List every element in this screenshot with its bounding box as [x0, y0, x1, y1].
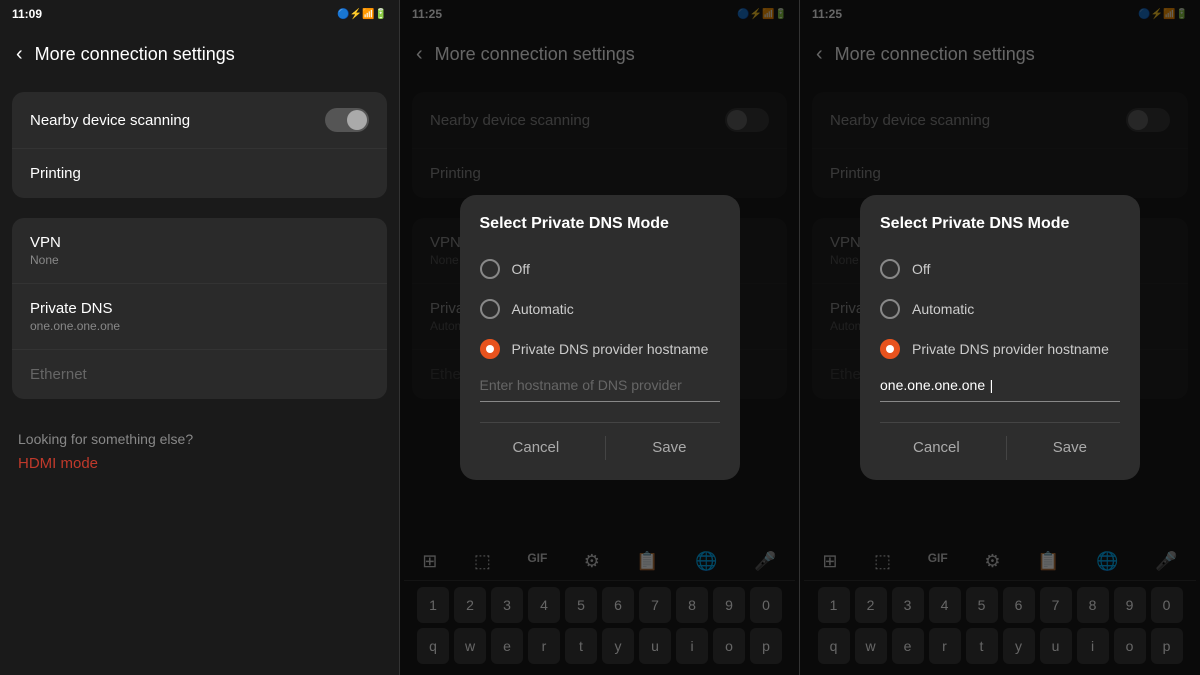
radio-auto-circle-3 — [880, 299, 900, 319]
ethernet-item-1[interactable]: Ethernet — [12, 350, 387, 399]
dialog-title-3: Select Private DNS Mode — [880, 215, 1120, 233]
phone-panel-1: 11:09 🔵⚡📶🔋 ‹ More connection settings Ne… — [0, 0, 400, 675]
page-title-1: More connection settings — [35, 44, 235, 65]
nearby-toggle-1[interactable] — [325, 108, 369, 132]
button-divider-2 — [605, 436, 606, 460]
looking-title-1: Looking for something else? — [18, 431, 381, 447]
spacer-1 — [0, 202, 399, 214]
radio-hostname-circle-2 — [480, 339, 500, 359]
printing-item-1[interactable]: Printing — [12, 149, 387, 198]
radio-auto-circle-2 — [480, 299, 500, 319]
toggle-knob-1 — [347, 110, 367, 130]
privatedns-subtitle-1: one.one.one.one — [30, 319, 120, 333]
looking-section-1: Looking for something else? HDMI mode — [0, 415, 399, 488]
radio-inner-3 — [886, 345, 894, 353]
save-button-2[interactable]: Save — [632, 435, 706, 460]
dialog-buttons-3: Cancel Save — [880, 422, 1120, 460]
vpn-item-1[interactable]: VPN None — [12, 218, 387, 284]
dns-input-value-3[interactable]: one.one.one.one — [880, 377, 985, 393]
nearby-title-1: Nearby device scanning — [30, 112, 190, 129]
radio-inner-2 — [486, 345, 494, 353]
privatedns-title-1: Private DNS — [30, 300, 120, 317]
radio-hostname-circle-3 — [880, 339, 900, 359]
dialog-title-2: Select Private DNS Mode — [480, 215, 720, 233]
settings-card-1-2: VPN None Private DNS one.one.one.one Eth… — [12, 218, 387, 399]
vpn-subtitle-1: None — [30, 253, 61, 267]
radio-off-circle-3 — [880, 259, 900, 279]
radio-hostname-label-2: Private DNS provider hostname — [512, 341, 709, 357]
radio-off-2[interactable]: Off — [480, 249, 720, 289]
status-icons-1: 🔵⚡📶🔋 — [337, 9, 387, 20]
radio-auto-label-3: Automatic — [912, 301, 974, 317]
radio-off-3[interactable]: Off — [880, 249, 1120, 289]
status-time-1: 11:09 — [12, 7, 42, 21]
signal-icon-1: 🔵⚡📶🔋 — [337, 9, 387, 20]
header-bar-1: ‹ More connection settings — [0, 28, 399, 80]
cancel-button-3[interactable]: Cancel — [893, 435, 980, 460]
hdmi-link-1[interactable]: HDMI mode — [18, 455, 381, 472]
spacer-2 — [0, 403, 399, 415]
settings-card-1-1: Nearby device scanning Printing — [12, 92, 387, 198]
dialog-overlay-3: Select Private DNS Mode Off Automatic Pr… — [800, 0, 1200, 675]
radio-hostname-3[interactable]: Private DNS provider hostname — [880, 329, 1120, 369]
nearby-device-item-1[interactable]: Nearby device scanning — [12, 92, 387, 149]
radio-auto-label-2: Automatic — [512, 301, 574, 317]
button-divider-3 — [1006, 436, 1007, 460]
cancel-button-2[interactable]: Cancel — [493, 435, 580, 460]
radio-hostname-2[interactable]: Private DNS provider hostname — [480, 329, 720, 369]
privatedns-item-1[interactable]: Private DNS one.one.one.one — [12, 284, 387, 350]
status-bar-1: 11:09 🔵⚡📶🔋 — [0, 0, 399, 28]
radio-off-label-3: Off — [912, 261, 930, 277]
save-button-3[interactable]: Save — [1033, 435, 1107, 460]
radio-hostname-label-3: Private DNS provider hostname — [912, 341, 1109, 357]
ethernet-title-1: Ethernet — [30, 366, 87, 383]
radio-off-circle-2 — [480, 259, 500, 279]
vpn-title-1: VPN — [30, 234, 61, 251]
dns-placeholder-2: Enter hostname of DNS provider — [480, 377, 682, 393]
dns-input-area-2[interactable]: Enter hostname of DNS provider — [480, 377, 720, 402]
dns-dialog-3: Select Private DNS Mode Off Automatic Pr… — [860, 195, 1140, 480]
radio-auto-2[interactable]: Automatic — [480, 289, 720, 329]
radio-auto-3[interactable]: Automatic — [880, 289, 1120, 329]
settings-list-1: Nearby device scanning Printing VPN None — [0, 80, 399, 675]
dialog-overlay-2: Select Private DNS Mode Off Automatic Pr… — [400, 0, 799, 675]
back-button-1[interactable]: ‹ — [16, 43, 23, 66]
dns-input-area-3[interactable]: one.one.one.one | — [880, 377, 1120, 402]
dns-dialog-2: Select Private DNS Mode Off Automatic Pr… — [460, 195, 740, 480]
phone-panel-3: 11:25 🔵⚡📶🔋 ‹ More connection settings Ne… — [800, 0, 1200, 675]
printing-title-1: Printing — [30, 165, 81, 182]
radio-off-label-2: Off — [512, 261, 530, 277]
phone-panel-2: 11:25 🔵⚡📶🔋 ‹ More connection settings Ne… — [400, 0, 800, 675]
dialog-buttons-2: Cancel Save — [480, 422, 720, 460]
